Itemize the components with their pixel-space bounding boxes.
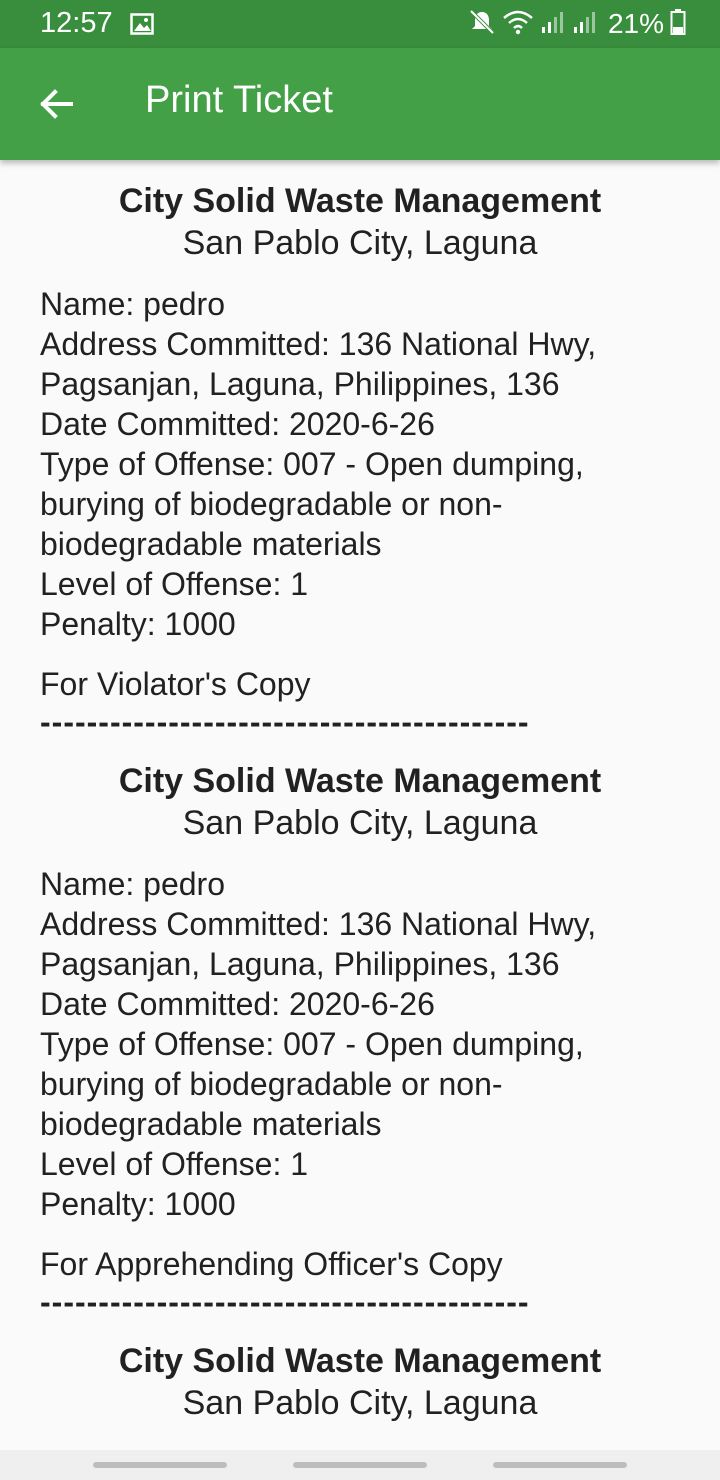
nav-handle[interactable]	[293, 1462, 427, 1468]
signal-icon	[572, 10, 598, 39]
mute-icon	[468, 8, 496, 41]
ticket-details: Name: pedro Address Committed: 136 Natio…	[40, 864, 680, 1224]
status-icons: 21%	[468, 6, 686, 42]
status-bar: 12:57 21%	[0, 0, 720, 48]
copy-label: For Violator's Copy	[40, 666, 311, 702]
offense-type: Type of Offense: 007 - Open dumping, bur…	[40, 1026, 584, 1142]
ticket-officer-copy: City Solid Waste Management San Pablo Ci…	[0, 740, 720, 1320]
ticket-violator-copy: City Solid Waste Management San Pablo Ci…	[0, 160, 720, 740]
offense-level: Level of Offense: 1	[40, 1146, 309, 1182]
penalty: Penalty: 1000	[40, 1186, 236, 1222]
org-name: City Solid Waste Management	[118, 182, 602, 220]
app-bar: Print Ticket	[0, 48, 720, 160]
ticket-list[interactable]: City Solid Waste Management San Pablo Ci…	[0, 160, 720, 1450]
violator-name: Name: pedro	[40, 866, 225, 902]
org-city: San Pablo City, Laguna	[182, 224, 538, 262]
violator-name: Name: pedro	[40, 286, 225, 322]
date-committed: Date Committed: 2020-6-26	[40, 406, 435, 442]
ticket-divider: ----------------------------------------…	[40, 1284, 530, 1320]
ticket-divider: ----------------------------------------…	[40, 704, 530, 740]
offense-level: Level of Offense: 1	[40, 566, 309, 602]
gesture-nav-bar	[0, 1450, 720, 1480]
org-city: San Pablo City, Laguna	[182, 804, 538, 842]
battery-icon	[670, 8, 686, 41]
gallery-icon	[130, 13, 154, 40]
back-button[interactable]	[22, 70, 90, 138]
ticket-header: City Solid Waste Management San Pablo Ci…	[40, 740, 680, 844]
copy-label: For Apprehending Officer's Copy	[40, 1246, 503, 1282]
address-committed: Address Committed: 136 National Hwy, Pag…	[40, 326, 597, 402]
address-committed: Address Committed: 136 National Hwy, Pag…	[40, 906, 597, 982]
nav-handle[interactable]	[493, 1462, 627, 1468]
arrow-back-icon	[40, 89, 73, 119]
wifi-icon	[502, 9, 534, 40]
penalty: Penalty: 1000	[40, 606, 236, 642]
date-committed: Date Committed: 2020-6-26	[40, 986, 435, 1022]
battery-percent: 21%	[607, 8, 664, 39]
org-name: City Solid Waste Management	[118, 1342, 602, 1380]
page-title: Print Ticket	[145, 79, 333, 121]
offense-type: Type of Offense: 007 - Open dumping, bur…	[40, 446, 584, 562]
signal-icon	[540, 10, 566, 39]
ticket-header: City Solid Waste Management San Pablo Ci…	[40, 1320, 680, 1424]
ticket-details: Name: pedro Address Committed: 136 Natio…	[40, 284, 680, 644]
org-name: City Solid Waste Management	[118, 762, 602, 800]
org-city: San Pablo City, Laguna	[182, 1384, 538, 1422]
ticket-header: City Solid Waste Management San Pablo Ci…	[40, 160, 680, 264]
status-time: 12:57	[40, 7, 113, 39]
ticket-third-copy: City Solid Waste Management San Pablo Ci…	[0, 1320, 720, 1424]
nav-handle[interactable]	[93, 1462, 227, 1468]
